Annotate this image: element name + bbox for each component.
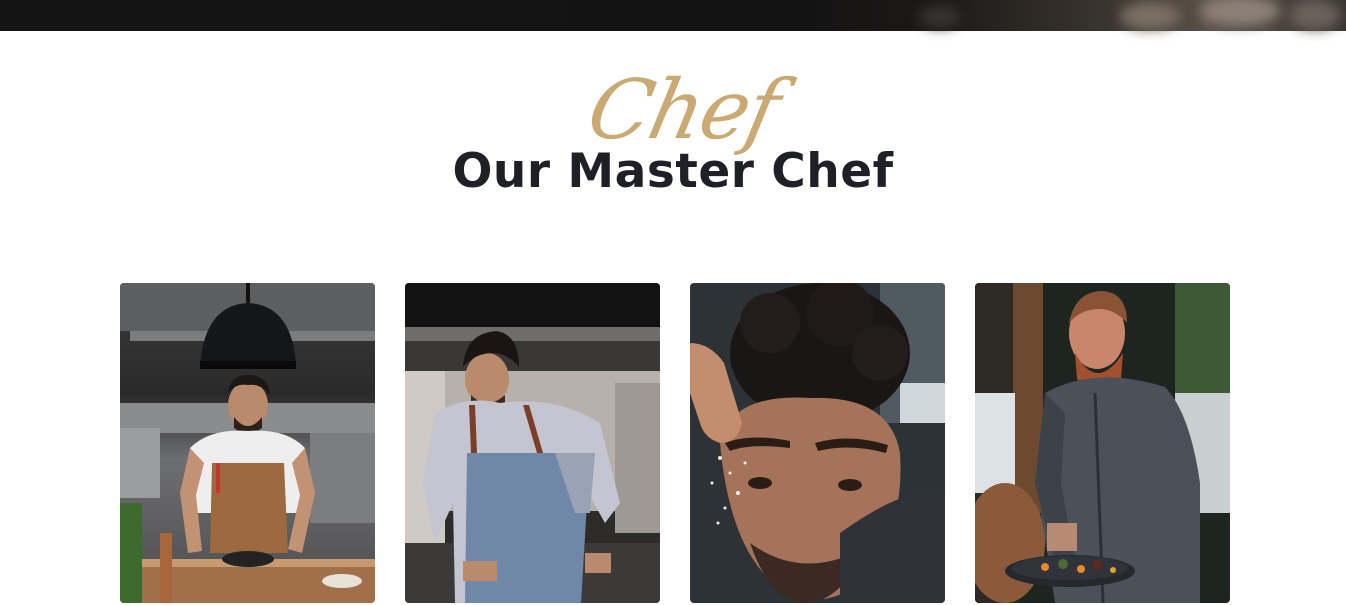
top-banner-strip: [0, 0, 1346, 31]
chef-photo-cooking-apron: [405, 283, 660, 603]
chef-card[interactable]: [120, 283, 375, 603]
chef-grid: [120, 283, 1230, 605]
chef-photo-holding-plate: [975, 283, 1230, 603]
chef-card[interactable]: [975, 283, 1230, 603]
section-title: Our Master Chef: [452, 144, 894, 199]
section-script-title: Chef: [579, 63, 787, 158]
chef-photo-seasoning-closeup: [690, 283, 945, 603]
chef-card[interactable]: [690, 283, 945, 603]
section-heading: Chef Our Master Chef: [0, 63, 1346, 210]
chef-photo-kitchen-plating: [120, 283, 375, 603]
chef-card[interactable]: [405, 283, 660, 603]
